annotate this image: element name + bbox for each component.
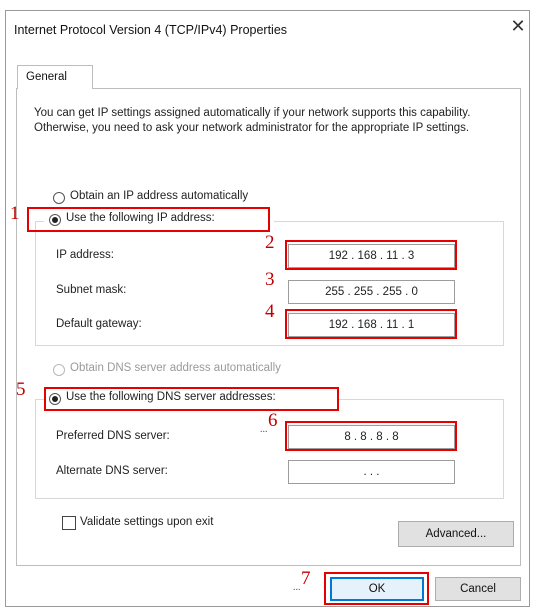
- default-gateway-label: Default gateway:: [56, 318, 142, 330]
- ip-address-label: IP address:: [56, 249, 114, 261]
- obtain-ip-auto-radio[interactable]: [53, 192, 65, 204]
- step-number-2: 2: [265, 232, 275, 253]
- step-number-3: 3: [265, 269, 275, 290]
- step-number-4: 4: [265, 301, 275, 322]
- cancel-button[interactable]: Cancel: [435, 577, 521, 601]
- highlight-box-2: [285, 240, 457, 270]
- step-number-1: 1: [10, 203, 20, 224]
- step-number-6: 6: [268, 410, 278, 431]
- tab-general[interactable]: General: [17, 65, 93, 89]
- highlight-box-1: [27, 207, 270, 232]
- step-dots-6: ...: [260, 424, 268, 435]
- highlight-box-4: [285, 309, 457, 339]
- ok-button[interactable]: OK: [330, 577, 424, 601]
- alternate-dns-label: Alternate DNS server:: [56, 465, 168, 477]
- description-text: You can get IP settings assigned automat…: [34, 107, 471, 134]
- window-title: Internet Protocol Version 4 (TCP/IPv4) P…: [14, 23, 288, 37]
- validate-checkbox[interactable]: [62, 516, 76, 530]
- obtain-dns-auto-radio[interactable]: [53, 364, 65, 376]
- step-number-7: 7: [301, 568, 311, 589]
- subnet-mask-input[interactable]: 255 . 255 . 255 . 0: [288, 280, 455, 304]
- subnet-mask-label: Subnet mask:: [56, 284, 127, 296]
- preferred-dns-label: Preferred DNS server:: [56, 430, 170, 442]
- validate-label: Validate settings upon exit: [80, 516, 214, 528]
- step-number-5: 5: [16, 379, 26, 400]
- highlight-box-5: [44, 387, 339, 411]
- step-dots-7: ...: [293, 582, 301, 593]
- advanced-button[interactable]: Advanced...: [398, 521, 514, 547]
- tab-general-label: General: [26, 71, 67, 83]
- obtain-dns-auto-label: Obtain DNS server address automatically: [70, 362, 281, 374]
- close-icon[interactable]: ✕: [506, 16, 530, 37]
- obtain-ip-auto-label: Obtain an IP address automatically: [70, 190, 249, 202]
- highlight-box-6: [285, 421, 457, 451]
- alternate-dns-input[interactable]: . . .: [288, 460, 455, 484]
